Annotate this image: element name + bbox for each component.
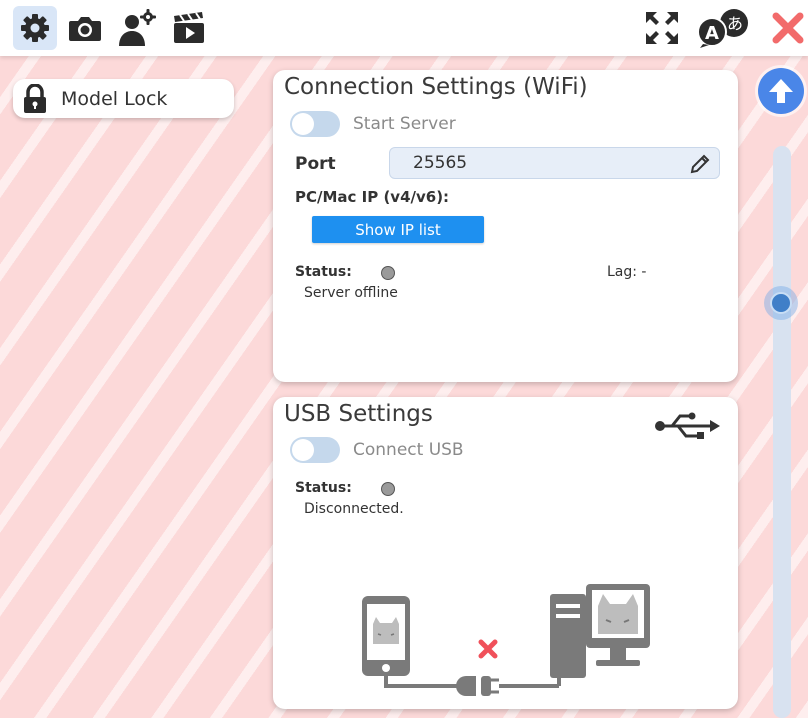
port-value: 25565 bbox=[413, 153, 468, 173]
lag-label: Lag: - bbox=[607, 264, 647, 280]
language-glyph-kana: あ bbox=[727, 14, 743, 33]
model-lock-button[interactable]: Model Lock bbox=[13, 79, 234, 118]
user-settings-icon bbox=[119, 9, 156, 46]
language-glyph-latin: A bbox=[705, 23, 719, 44]
disconnected-x-icon bbox=[478, 639, 498, 659]
lock-icon bbox=[23, 83, 47, 114]
fullscreen-button[interactable] bbox=[640, 6, 684, 50]
usb-status-label: Status: bbox=[295, 480, 352, 496]
wifi-settings-card: Connection Settings (WiFi) Start Server … bbox=[273, 70, 738, 382]
ip-label: PC/Mac IP (v4/v6): bbox=[295, 188, 450, 206]
wifi-status-label: Status: bbox=[295, 264, 352, 280]
start-server-label: Start Server bbox=[353, 114, 456, 134]
arrow-up-icon bbox=[769, 79, 793, 103]
start-server-toggle[interactable] bbox=[290, 111, 340, 137]
connect-usb-label: Connect USB bbox=[353, 440, 464, 460]
wifi-status-text: Server offline bbox=[304, 285, 398, 301]
connect-usb-toggle[interactable] bbox=[290, 437, 340, 463]
usb-card-title: USB Settings bbox=[284, 401, 433, 427]
port-input[interactable]: 25565 bbox=[389, 147, 720, 179]
usb-icon bbox=[654, 411, 720, 445]
port-label: Port bbox=[295, 154, 336, 174]
pencil-icon[interactable] bbox=[689, 153, 711, 180]
phone-icon bbox=[362, 596, 410, 676]
scrollbar-track[interactable] bbox=[773, 146, 791, 718]
usb-settings-card: USB Settings Connect USB Status: Disconn… bbox=[273, 397, 738, 709]
model-lock-label: Model Lock bbox=[61, 87, 168, 110]
camera-icon bbox=[69, 17, 101, 41]
phone-pc-disconnected-illustration bbox=[362, 584, 650, 696]
unplugged-connector-icon bbox=[456, 676, 559, 696]
settings-button[interactable] bbox=[13, 6, 57, 50]
show-ip-list-button[interactable]: Show IP list bbox=[312, 216, 484, 243]
expand-arrows-icon bbox=[646, 12, 678, 44]
close-icon bbox=[772, 12, 804, 44]
wifi-card-title: Connection Settings (WiFi) bbox=[284, 74, 588, 100]
scroll-to-top-button[interactable] bbox=[758, 68, 804, 114]
wifi-status-indicator bbox=[381, 266, 395, 280]
avatar-settings-button[interactable] bbox=[115, 6, 159, 50]
language-button[interactable]: A あ bbox=[692, 6, 756, 50]
pc-icon bbox=[550, 584, 650, 686]
scrollbar-thumb[interactable] bbox=[764, 286, 798, 320]
camera-button[interactable] bbox=[63, 6, 107, 50]
usb-status-text: Disconnected. bbox=[304, 501, 404, 517]
clapperboard-icon bbox=[174, 12, 204, 43]
top-toolbar: A あ bbox=[0, 0, 808, 56]
language-icon: A あ bbox=[697, 9, 748, 48]
close-button[interactable] bbox=[768, 6, 808, 50]
usb-status-indicator bbox=[381, 482, 395, 496]
gear-icon bbox=[21, 14, 49, 42]
recording-button[interactable] bbox=[167, 6, 211, 50]
